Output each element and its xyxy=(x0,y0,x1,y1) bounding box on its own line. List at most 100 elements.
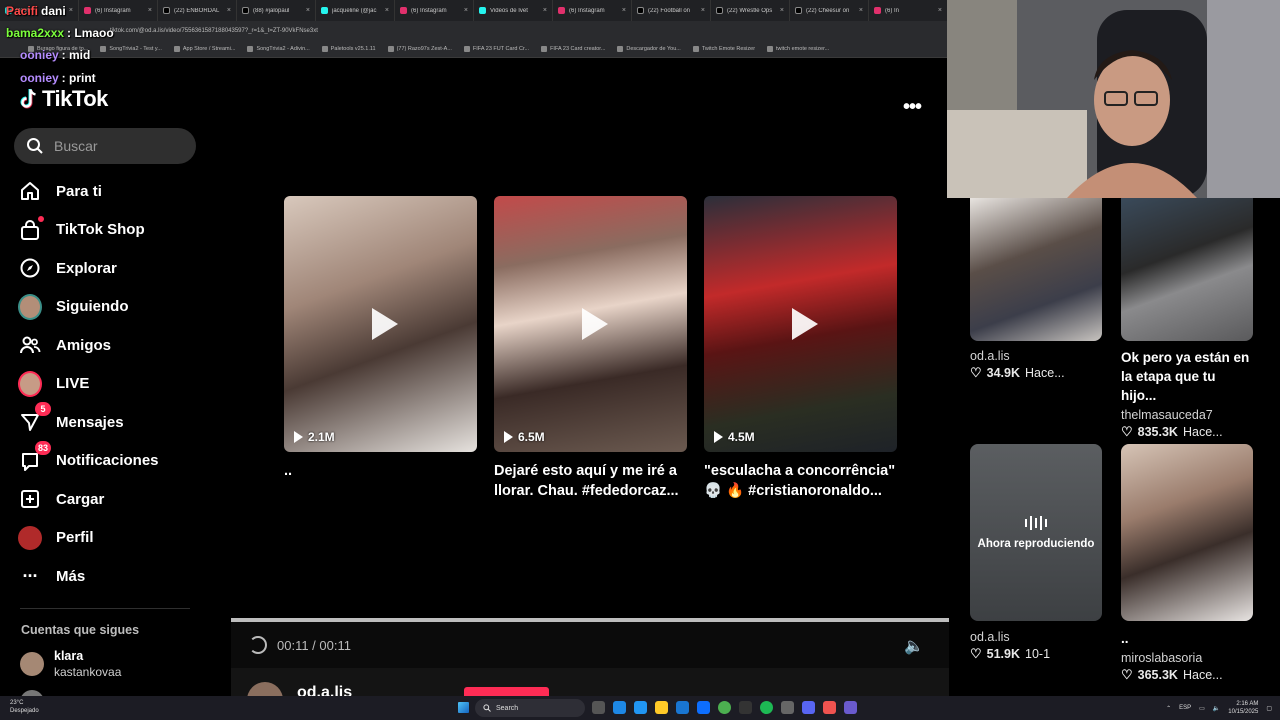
sidebar-item-amigos[interactable]: Amigos xyxy=(18,326,198,365)
address-bar[interactable]: tiktok.com/@od.a.lis/video/7556361587188… xyxy=(0,21,948,41)
sidebar-item-live[interactable]: LIVE xyxy=(18,365,198,404)
play-icon[interactable] xyxy=(791,308,818,340)
tray-chevron-icon[interactable]: ⌃ xyxy=(1166,705,1171,712)
tab-close-icon[interactable]: × xyxy=(938,7,942,14)
app-icon[interactable] xyxy=(781,701,794,714)
video-thumbnail[interactable]: 4.5M xyxy=(704,196,897,452)
browser-tab[interactable]: (22) Football on × xyxy=(632,0,711,21)
related-video-card[interactable]: Ahora reproduciendo od.a.lis ♡ 51.9K 10-1 xyxy=(970,444,1102,662)
tab-close-icon[interactable]: × xyxy=(622,7,626,14)
sidebar-item-mas[interactable]: ··· Más xyxy=(18,557,198,596)
related-author[interactable]: od.a.lis xyxy=(970,630,1102,644)
browser-tab[interactable]: (6) Instagram × xyxy=(79,0,158,21)
related-thumbnail[interactable] xyxy=(1121,444,1253,621)
related-thumbnail[interactable] xyxy=(1121,198,1253,341)
browser-tab[interactable]: (6) Instagram × xyxy=(395,0,474,21)
related-thumbnail[interactable]: Ahora reproduciendo xyxy=(970,444,1102,621)
author-name[interactable]: od.a.lis xyxy=(297,684,352,696)
bookmark-item[interactable]: SongTrivia2 - Adivin... xyxy=(247,46,310,52)
volume-icon[interactable]: 🔈 xyxy=(904,636,924,656)
tab-close-icon[interactable]: × xyxy=(701,7,705,14)
mail-icon[interactable] xyxy=(697,701,710,714)
sidebar-item-notificaciones[interactable]: 83 Notificaciones xyxy=(18,440,198,481)
taskbar-search[interactable]: Search xyxy=(475,699,585,717)
video-card[interactable]: 4.5M "esculacha a concorrência" 💀 🔥 #cri… xyxy=(704,196,897,501)
tab-close-icon[interactable]: × xyxy=(464,7,468,14)
browser-tab[interactable]: (22) ENBORDAL × xyxy=(158,0,237,21)
video-caption[interactable]: .. xyxy=(284,461,477,481)
search-box[interactable] xyxy=(14,128,196,164)
video-thumbnail[interactable]: 6.5M xyxy=(494,196,687,452)
related-author[interactable]: miroslabasoria xyxy=(1121,651,1253,665)
sidebar-item-perfil[interactable]: Perfil xyxy=(18,519,198,558)
task-view-icon[interactable] xyxy=(592,701,605,714)
video-card[interactable]: 6.5M Dejaré esto aquí y me iré a llorar.… xyxy=(494,196,687,501)
browser-tab[interactable]: (22) Wrestle Ops × xyxy=(711,0,790,21)
sidebar-item-cargar[interactable]: Cargar xyxy=(18,480,198,519)
chrome-icon[interactable] xyxy=(718,701,731,714)
app-icon[interactable] xyxy=(844,701,857,714)
bookmark-item[interactable]: (77) Razo97s Zest-A... xyxy=(387,46,452,52)
sidebar-item-explorar[interactable]: Explorar xyxy=(18,249,198,288)
store-icon[interactable] xyxy=(676,701,689,714)
play-icon[interactable] xyxy=(581,308,608,340)
more-options-icon[interactable]: ••• xyxy=(903,96,922,119)
edge-icon[interactable] xyxy=(613,701,626,714)
browser-tab[interactable]: (6) Instagram × xyxy=(553,0,632,21)
notification-icon[interactable]: ▢ xyxy=(1266,705,1272,712)
app-icon[interactable] xyxy=(739,701,752,714)
related-title[interactable]: Ok pero ya están en la etapa que tu hijo… xyxy=(1121,348,1253,405)
sidebar-item-tiktok-shop[interactable]: TikTok Shop xyxy=(18,211,198,250)
bookmark-item[interactable]: FIFA 23 FUT Card Cr... xyxy=(463,46,529,52)
related-thumbnail[interactable] xyxy=(970,198,1102,341)
tab-close-icon[interactable]: × xyxy=(780,7,784,14)
video-card[interactable]: 2.1M .. xyxy=(284,196,477,481)
tiktok-logo[interactable]: TikTok xyxy=(20,86,108,112)
address-url[interactable]: tiktok.com/@od.a.lis/video/7556361587188… xyxy=(110,28,318,34)
video-caption[interactable]: Dejaré esto aquí y me iré a llorar. Chau… xyxy=(494,461,687,501)
language-indicator[interactable]: ESP xyxy=(1179,705,1191,711)
search-input[interactable] xyxy=(54,138,184,154)
avatar[interactable] xyxy=(247,682,283,696)
file-explorer-icon[interactable] xyxy=(655,701,668,714)
tab-close-icon[interactable]: × xyxy=(385,7,389,14)
windows-start-icon[interactable] xyxy=(458,702,469,713)
bookmark-item[interactable]: Paletools v25.1.11 xyxy=(321,46,376,52)
sidebar-item-para-ti[interactable]: Para ti xyxy=(18,172,198,211)
spotify-icon[interactable] xyxy=(760,701,773,714)
bookmark-item[interactable]: FIFA 23 Card creator... xyxy=(541,46,605,52)
clock[interactable]: 2:16 AM 10/15/2025 xyxy=(1228,700,1258,716)
sidebar-item-siguiendo[interactable]: Siguiendo xyxy=(18,288,198,327)
windows-icon[interactable] xyxy=(634,701,647,714)
browser-tab[interactable]: (22) Cheesur on × xyxy=(790,0,869,21)
network-icon[interactable]: ▭ xyxy=(1199,705,1205,712)
bookmark-item[interactable]: App Store / Streami... xyxy=(173,46,235,52)
follow-button[interactable] xyxy=(464,687,549,696)
weather-widget[interactable]: 23°C Despejado xyxy=(10,699,39,715)
tab-close-icon[interactable]: × xyxy=(69,7,73,14)
related-video-card[interactable]: .. miroslabasoria ♡ 365.3K Hace... xyxy=(1121,444,1253,683)
bookmark-item[interactable]: Twitch Emote Resizer xyxy=(692,46,755,52)
bookmark-item[interactable]: Descargador de You... xyxy=(617,46,681,52)
related-author[interactable]: thelmasauceda7 xyxy=(1121,408,1253,422)
browser-tab[interactable]: jacqueline (@jac × xyxy=(316,0,395,21)
following-account[interactable]: klara kastankovaa xyxy=(20,648,121,680)
tab-close-icon[interactable]: × xyxy=(859,7,863,14)
video-thumbnail[interactable]: 2.1M xyxy=(284,196,477,452)
related-author[interactable]: od.a.lis xyxy=(970,349,1102,363)
tab-close-icon[interactable]: × xyxy=(227,7,231,14)
volume-icon[interactable]: 🔈 xyxy=(1213,705,1220,712)
bookmark-item[interactable]: SongTrivia2 - Test y... xyxy=(100,46,162,52)
browser-tab[interactable]: (88) #jalopaul × xyxy=(237,0,316,21)
bookmark-item[interactable]: twitch emote resizer... xyxy=(767,46,829,52)
browser-tab[interactable]: (6) In × xyxy=(869,0,948,21)
tab-close-icon[interactable]: × xyxy=(148,7,152,14)
play-icon[interactable] xyxy=(371,308,398,340)
replay-icon[interactable] xyxy=(249,636,267,654)
video-caption[interactable]: "esculacha a concorrência" 💀 🔥 #cristian… xyxy=(704,461,897,501)
related-video-card[interactable]: od.a.lis ♡ 34.9K Hace... xyxy=(970,198,1102,381)
sidebar-item-mensajes[interactable]: 5 Mensajes xyxy=(18,402,198,442)
tab-close-icon[interactable]: × xyxy=(306,7,310,14)
tab-close-icon[interactable]: × xyxy=(543,7,547,14)
music-icon[interactable] xyxy=(823,701,836,714)
